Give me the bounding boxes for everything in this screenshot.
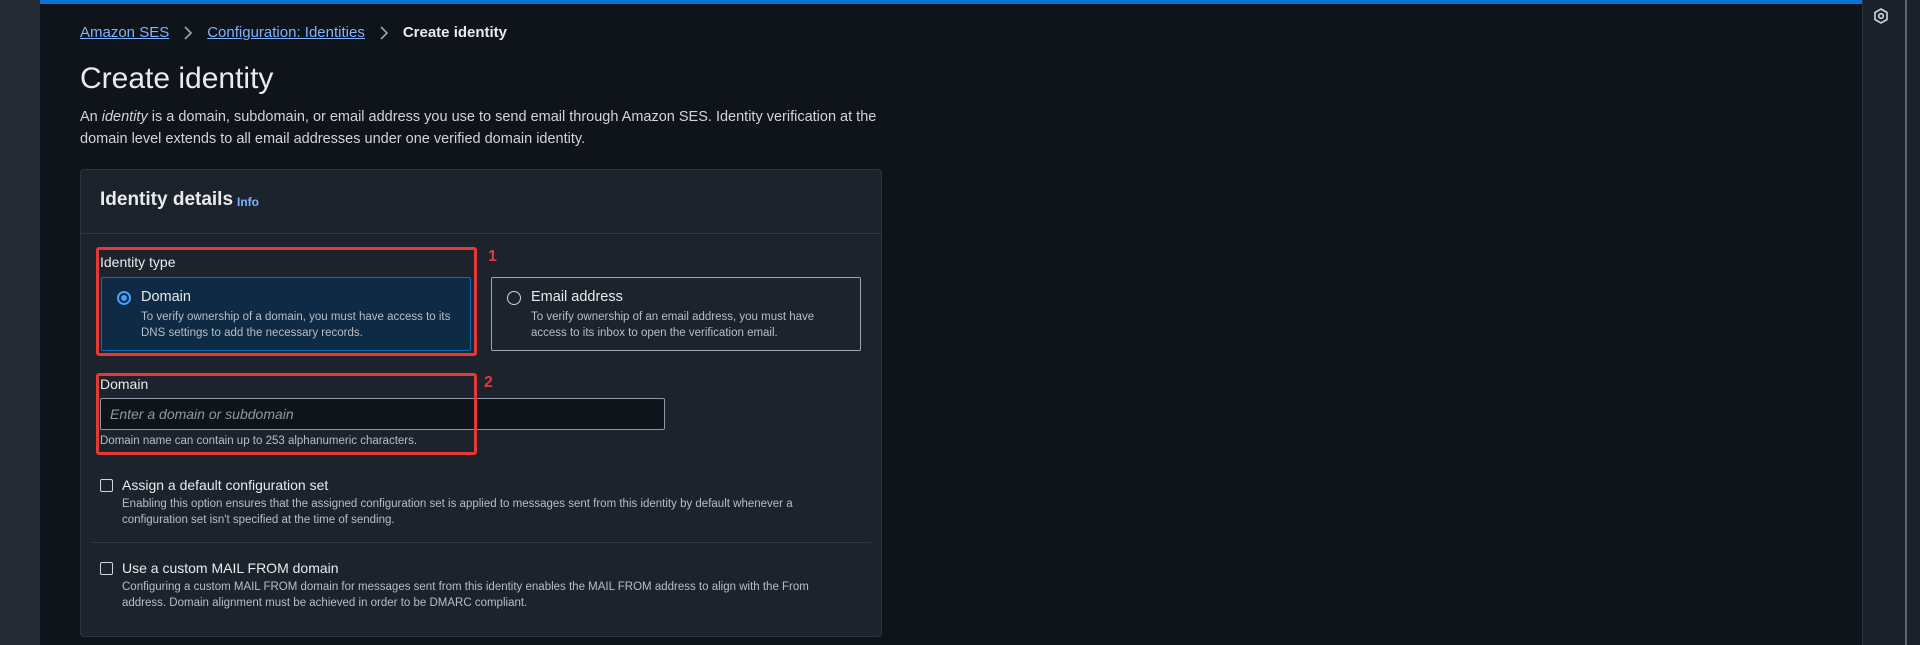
chevron-right-icon [377, 25, 391, 40]
page-description: An identity is a domain, subdomain, or e… [80, 106, 880, 150]
breadcrumb: Amazon SES Configuration: Identities Cre… [80, 24, 507, 41]
annotation-number-1: 1 [488, 248, 497, 265]
annotation-box-1 [96, 247, 477, 356]
right-utility-rail [1862, 0, 1920, 645]
custom-mail-from-option: Use a custom MAIL FROM domain Configurin… [100, 560, 870, 610]
default-config-set-option: Assign a default configuration set Enabl… [100, 477, 870, 527]
custom-mail-from-checkbox[interactable] [100, 562, 113, 575]
default-config-set-checkbox[interactable] [100, 479, 113, 492]
panel-title: Identity details [100, 189, 234, 210]
default-config-set-title: Assign a default configuration set [122, 477, 329, 493]
rail-divider [1905, 0, 1907, 645]
breadcrumb-current: Create identity [402, 24, 508, 41]
info-link[interactable]: Info [237, 195, 259, 209]
breadcrumb-amazon-ses[interactable]: Amazon SES [80, 24, 169, 41]
annotation-box-2 [96, 373, 477, 455]
chevron-right-icon [181, 25, 195, 40]
default-config-set-description: Enabling this option ensures that the as… [122, 498, 793, 526]
custom-mail-from-title: Use a custom MAIL FROM domain [122, 560, 339, 576]
options-divider [91, 542, 871, 543]
email-address-radio[interactable] [507, 291, 521, 305]
panel-header: Identity details Info [81, 170, 881, 234]
description-prefix: An [80, 109, 102, 125]
custom-mail-from-description: Configuring a custom MAIL FROM domain fo… [122, 581, 809, 609]
annotation-number-2: 2 [484, 374, 493, 391]
top-accent-bar [40, 0, 1862, 4]
left-rail [0, 0, 40, 645]
email-tile-description: To verify ownership of an email address,… [531, 311, 815, 339]
page-title: Create identity [80, 62, 274, 95]
description-emphasis: identity [101, 109, 148, 125]
email-tile-title: Email address [531, 289, 623, 305]
settings-hexagon-icon[interactable] [1873, 8, 1889, 24]
breadcrumb-configuration-identities[interactable]: Configuration: Identities [207, 24, 365, 41]
identity-type-email-tile[interactable]: Email address To verify ownership of an … [491, 277, 861, 351]
description-suffix: is a domain, subdomain, or email address… [80, 109, 877, 147]
